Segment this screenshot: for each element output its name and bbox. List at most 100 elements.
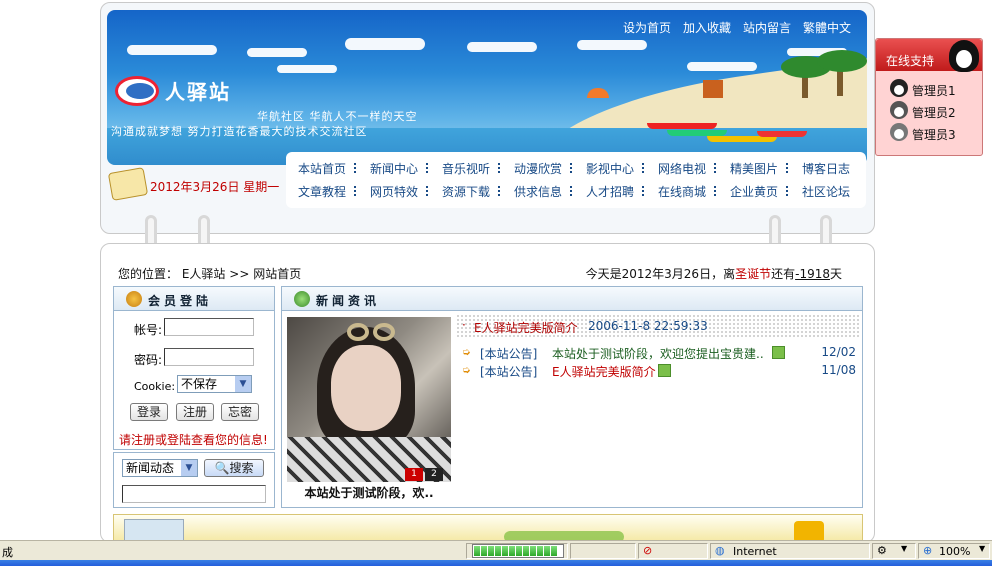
chevron-down-icon[interactable]: ▼ <box>979 544 985 553</box>
news-image-caption[interactable]: 本站处于测试阶段，欢.. <box>287 484 451 501</box>
nav-item-blog[interactable]: 博客日志 <box>790 160 862 177</box>
new-badge-icon <box>658 364 671 377</box>
traditional-chinese-link[interactable]: 繁體中文 <box>803 19 851 36</box>
browser-viewport: 人驿站 华航社区 华航人不一样的天空 沟通成就梦想 努力打造花香最大的技术交流社… <box>0 0 992 566</box>
breadcrumb-prefix: 您的位置： <box>118 267 179 281</box>
breadcrumb-current: 网站首页 <box>253 267 302 281</box>
cloud-shape <box>687 62 757 71</box>
news-list-item[interactable]: ➭ [本站公告] E人驿站完美版简介 11/08 <box>462 362 858 380</box>
progress-block <box>537 546 543 556</box>
progress-block <box>502 546 508 556</box>
zoom-level: 100% <box>939 545 971 558</box>
site-logo[interactable] <box>115 76 159 106</box>
headline-title[interactable]: E人驿站完美版简介 <box>474 319 578 336</box>
nav-item-music[interactable]: 音乐视听 <box>430 160 502 177</box>
nav-item-tutorials[interactable]: 文章教程 <box>286 183 358 200</box>
cookie-select-value: 不保存 <box>181 377 218 391</box>
cookie-label: Cookie: <box>134 380 176 393</box>
nav-item-downloads[interactable]: 资源下载 <box>430 183 502 200</box>
search-category-select[interactable]: 新闻动态 ▼ <box>122 459 198 477</box>
globe-icon: ◍ <box>715 544 725 557</box>
page-load-progress <box>472 544 564 558</box>
nav-item-jobs[interactable]: 人才招聘 <box>574 183 646 200</box>
news-item-date: 12/02 <box>821 345 856 359</box>
slideshow-page-2[interactable]: 2 <box>425 468 443 481</box>
arrow-right-icon: ➭ <box>462 347 471 358</box>
cookie-select[interactable]: 不保存 ▼ <box>177 375 252 393</box>
admin-name[interactable]: 管理员2 <box>912 104 956 121</box>
cloud-shape <box>467 42 537 52</box>
admin-name[interactable]: 管理员1 <box>912 82 956 99</box>
add-favorites-link[interactable]: 加入收藏 <box>683 19 731 36</box>
news-item-tag[interactable]: [本站公告] <box>480 363 537 380</box>
nav-item-web-tv[interactable]: 网络电视 <box>646 160 718 177</box>
search-panel: 新闻动态 ▼ 🔍搜索 <box>113 452 275 508</box>
set-homepage-link[interactable]: 设为首页 <box>623 19 671 36</box>
notebook-pen-icon <box>107 167 149 201</box>
news-item-tag[interactable]: [本站公告] <box>480 345 537 362</box>
zoom-panel[interactable]: ⊕ 100% ▼ <box>918 543 990 559</box>
account-input[interactable] <box>164 318 254 336</box>
cloud-shape <box>277 65 337 73</box>
news-item-title[interactable]: 本站处于测试阶段，欢迎您提出宝贵建.. <box>552 345 764 362</box>
tools-icon[interactable]: ⚙ <box>877 544 887 557</box>
news-panel-header: 新闻资讯 <box>282 287 862 311</box>
cloud-shape <box>345 38 425 50</box>
news-list-item[interactable]: ➭ [本站公告] 本站处于测试阶段，欢迎您提出宝贵建.. 12/02 <box>462 344 858 362</box>
guestbook-link[interactable]: 站内留言 <box>743 19 791 36</box>
nav-item-pictures[interactable]: 精美图片 <box>718 160 790 177</box>
os-taskbar <box>0 560 992 566</box>
progress-block <box>551 546 557 556</box>
nav-item-movies[interactable]: 影视中心 <box>574 160 646 177</box>
progress-block <box>530 546 536 556</box>
login-panel-title: 会员登陆 <box>148 294 213 308</box>
palm-leaves <box>817 50 867 72</box>
protected-mode-panel[interactable]: ⚙ ▼ <box>872 543 916 559</box>
qq-avatar-icon <box>890 101 908 119</box>
news-slideshow-image[interactable]: 1 2 <box>287 317 451 482</box>
nav-item-supply-demand[interactable]: 供求信息 <box>502 183 574 200</box>
new-badge-icon <box>772 346 785 359</box>
bullet-icon: · <box>462 318 466 332</box>
password-label: 密码: <box>134 353 163 367</box>
chevron-down-icon[interactable]: ▼ <box>181 460 197 476</box>
ad-image-left <box>124 519 184 541</box>
slideshow-page-1[interactable]: 1 <box>405 468 423 481</box>
support-admin-3[interactable]: 管理员3 <box>890 123 980 143</box>
chevron-down-icon[interactable]: ▼ <box>235 376 251 392</box>
status-text: 成 <box>2 546 13 559</box>
forgot-password-button[interactable]: 忘密 <box>221 403 259 421</box>
privacy-icon[interactable]: ⊘ <box>643 544 652 557</box>
countdown-days: -1918 <box>795 267 830 281</box>
login-button[interactable]: 登录 <box>130 403 168 421</box>
nav-item-news-center[interactable]: 新闻中心 <box>358 160 430 177</box>
qq-avatar-icon <box>890 123 908 141</box>
online-support-header: 在线支持 <box>876 39 982 72</box>
site-logo-text[interactable]: 人驿站 <box>165 76 231 105</box>
nav-item-forum[interactable]: 社区论坛 <box>790 183 862 200</box>
chevron-down-icon[interactable]: ▼ <box>901 544 907 553</box>
news-icon <box>294 291 310 307</box>
support-admin-2[interactable]: 管理员2 <box>890 101 980 121</box>
zone-panel: ◍ Internet <box>710 543 870 559</box>
register-button[interactable]: 注册 <box>176 403 214 421</box>
news-item-title[interactable]: E人驿站完美版简介 <box>552 363 656 380</box>
nav-item-anime[interactable]: 动漫欣赏 <box>502 160 574 177</box>
nav-item-yellow-pages[interactable]: 企业黄页 <box>718 183 790 200</box>
browser-status-bar: 成 ⊘ ◍ Internet ⚙ ▼ ⊕ 100% ▼ <box>0 540 992 560</box>
login-panel-header: 会员登陆 <box>114 287 274 311</box>
countdown-mid: 还有 <box>771 267 796 281</box>
admin-name[interactable]: 管理员3 <box>912 126 956 143</box>
support-admin-1[interactable]: 管理员1 <box>890 79 980 99</box>
ad-banner[interactable] <box>113 514 863 542</box>
nav-item-web-effects[interactable]: 网页特效 <box>358 183 430 200</box>
nav-item-home[interactable]: 本站首页 <box>286 160 358 177</box>
breadcrumb-home-link[interactable]: E人驿站 <box>182 267 226 281</box>
site-banner: 人驿站 华航社区 华航人不一样的天空 沟通成就梦想 努力打造花香最大的技术交流社… <box>107 10 867 165</box>
search-input[interactable] <box>122 485 266 503</box>
nav-item-shop[interactable]: 在线商城 <box>646 183 718 200</box>
password-input[interactable] <box>164 348 254 366</box>
online-support-widget: 在线支持 管理员1 管理员2 管理员3 <box>875 38 983 156</box>
headline-date: 2006-11-8 22:59:33 <box>588 319 708 333</box>
search-button[interactable]: 🔍搜索 <box>204 459 264 477</box>
